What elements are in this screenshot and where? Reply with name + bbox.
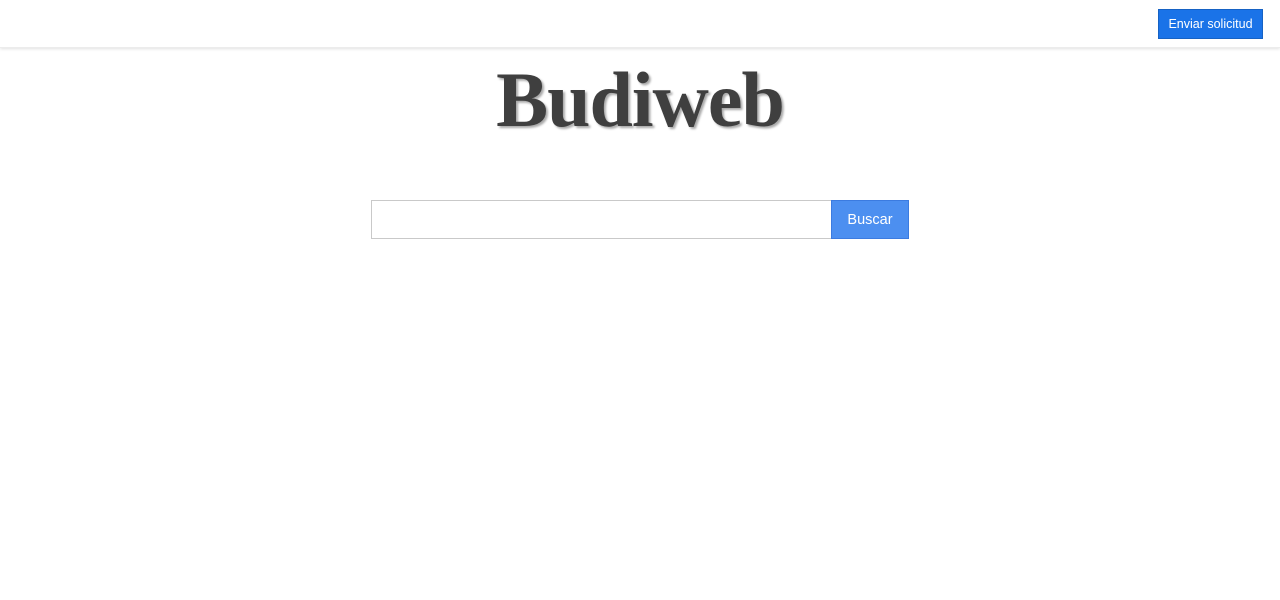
top-bar: Enviar solicitud — [0, 0, 1280, 48]
search-form: Buscar — [371, 200, 909, 239]
search-input[interactable] — [371, 200, 831, 239]
site-logo: Budiweb — [496, 56, 785, 143]
send-request-button[interactable]: Enviar solicitud — [1158, 9, 1263, 39]
search-button[interactable]: Buscar — [831, 200, 909, 239]
